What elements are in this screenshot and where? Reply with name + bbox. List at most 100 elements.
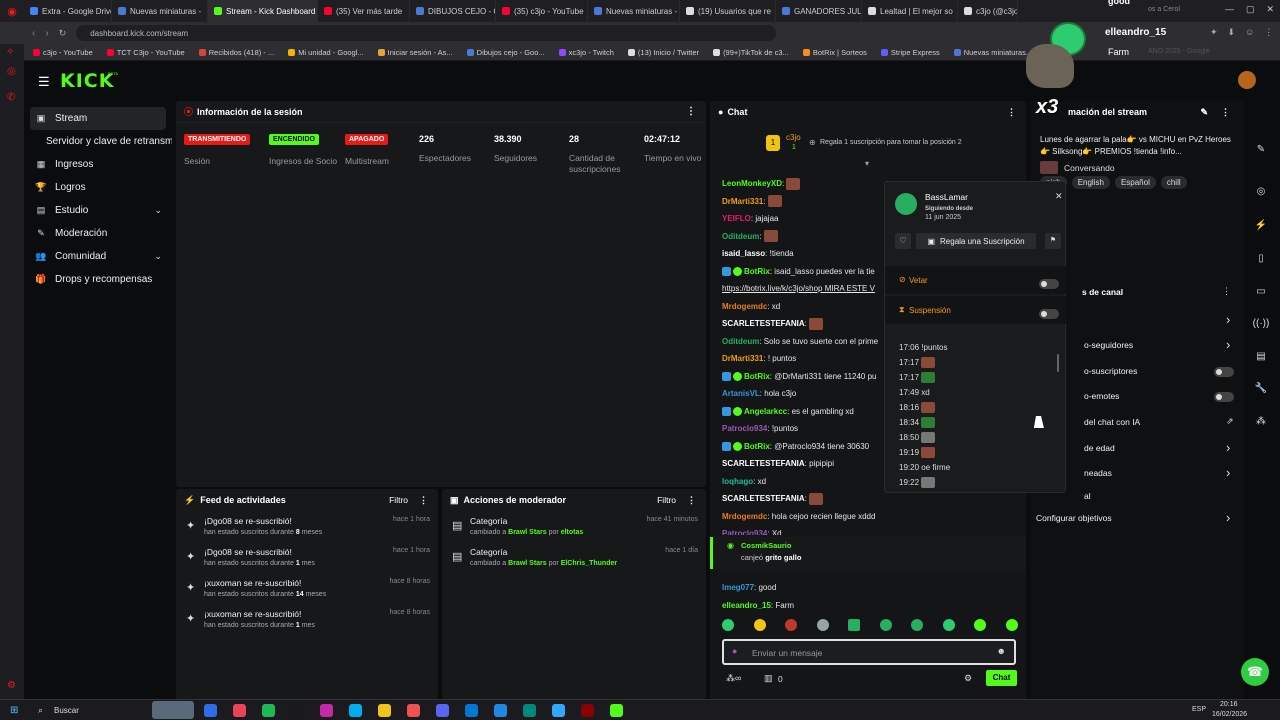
bolt-icon[interactable]: ⚡ [1250, 214, 1272, 236]
chevron-down-icon[interactable]: ⌄ [154, 251, 162, 262]
history-scrollbar[interactable] [1057, 354, 1059, 372]
mod-detail-category[interactable]: Brawl Stars [508, 560, 547, 567]
tray-lang[interactable]: ESP [1192, 706, 1206, 713]
sidebar-item-5[interactable]: ✎ Moderación [24, 222, 172, 245]
chat-collapse-icon[interactable]: ▾ [865, 159, 869, 168]
chat-username[interactable]: LeonMonkeyXD [722, 179, 782, 188]
whatsapp-icon[interactable]: ✆ [7, 92, 15, 103]
taskbar-app-icon[interactable] [465, 704, 478, 717]
chat-username[interactable]: Patroclo934 [722, 424, 767, 433]
browser-tab[interactable]: (19) Usuarios que re [680, 0, 776, 22]
chat-username[interactable]: isaid_lasso [722, 249, 765, 258]
sidebar-item-3[interactable]: 🏆 Logros [24, 176, 172, 199]
mic-icon[interactable]: ● [732, 646, 737, 656]
chat-more-icon[interactable]: ⋮ [1007, 107, 1016, 118]
chat-emote[interactable] [763, 230, 778, 243]
chat-icon[interactable]: ▭ [1250, 280, 1272, 302]
taskbar-app-icon[interactable] [436, 704, 449, 717]
mod-more-icon[interactable]: ⋮ [687, 495, 696, 506]
chat-username[interactable]: SCARLETESTEFANIA [722, 319, 805, 328]
taskbar-app-icon[interactable] [523, 704, 536, 717]
browser-tab[interactable]: DIBUJOS CEJO - Go [410, 0, 496, 22]
sidebar-item-7[interactable]: 🎁 Drops y recompensas [24, 268, 172, 291]
hamburger-icon[interactable]: ☰ [38, 74, 50, 90]
emote-9[interactable] [974, 619, 987, 631]
taskbar-app-icon[interactable] [204, 704, 217, 717]
mod-detail-category[interactable]: Brawl Stars [508, 529, 547, 536]
emote-5[interactable] [848, 619, 861, 631]
bookmark-item[interactable]: (13) Inicio / Twitter [621, 48, 706, 57]
alerts-icon[interactable]: ◎ [7, 66, 16, 77]
chat-username[interactable]: SCARLETESTEFANIA [722, 494, 805, 503]
layout-icon[interactable]: ▤ [1250, 345, 1272, 367]
taskbar-app-icon[interactable] [378, 704, 391, 717]
channel-setting-row[interactable]: Configurar objetivos › [1030, 510, 1244, 528]
sidebar-item-6[interactable]: 👥 Comunidad ⌄ [24, 245, 172, 268]
bookmark-item[interactable]: Iniciar sesión - As... [371, 48, 460, 57]
chat-username[interactable]: elleandro_15 [722, 601, 771, 610]
emote-6[interactable] [879, 619, 892, 631]
browser-tab[interactable]: Nuevas miniaturas - [588, 0, 680, 22]
stream-tag[interactable]: Español [1114, 176, 1156, 189]
bookmark-item[interactable]: Nuevas miniaturas... [947, 48, 1039, 57]
sidebar-settings-icon[interactable]: ⚙ [7, 680, 16, 691]
emote-3[interactable] [785, 619, 798, 631]
taskbar-app-icon[interactable] [233, 704, 246, 717]
session-more-icon[interactable]: ⋮ [686, 106, 696, 117]
chat-input[interactable]: ● Enviar un mensaje ☻ [722, 639, 1016, 665]
chat-username[interactable]: BotRix [744, 442, 770, 451]
sidebar-item-4[interactable]: ▤ Estudio ⌄ [24, 199, 172, 222]
users-icon[interactable]: ⁂∞ [726, 673, 741, 684]
taskbar-app-icon[interactable] [262, 704, 275, 717]
emote-1[interactable] [722, 619, 734, 631]
browser-tab[interactable]: Stream - Kick Dashboard [208, 0, 318, 22]
bookmark-item[interactable]: c3jo - YouTube [26, 48, 100, 57]
messenger-icon[interactable]: ⟡ [7, 46, 14, 57]
taskbar-app-icon[interactable] [610, 704, 623, 717]
chat-emote[interactable] [767, 195, 782, 208]
bookmark-item[interactable]: Dibujos cejo - Goo... [460, 48, 552, 57]
send-chat-button[interactable]: Chat [986, 670, 1017, 686]
chat-username[interactable]: loqhago [722, 477, 753, 486]
bookmark-item[interactable]: TCT C3jo - YouTube [100, 48, 192, 57]
chat-emote[interactable] [809, 317, 824, 330]
chevron-down-icon[interactable]: ⌄ [154, 205, 162, 216]
gift-sub-icon[interactable]: ▥ [764, 673, 773, 684]
sidebar-item-1[interactable]: Servidor y clave de retransm [24, 130, 172, 153]
taskbar-app-icon[interactable] [320, 704, 333, 717]
chat-username[interactable]: BotRix [744, 267, 770, 276]
taskbar-app-icon[interactable] [291, 704, 304, 717]
follow-heart-button[interactable]: ♡ [895, 233, 911, 249]
bookmark-item[interactable]: Stripe Express [874, 48, 947, 57]
taskbar-app-icon[interactable] [581, 704, 594, 717]
reload-icon[interactable]: ↻ [59, 28, 67, 39]
url-field[interactable]: dashboard.kick.com/stream [76, 25, 777, 41]
chat-username[interactable]: ArtanisVL [722, 389, 760, 398]
setting-toggle[interactable] [1214, 392, 1234, 402]
back-icon[interactable]: ‹ [32, 28, 35, 39]
taskbar-search[interactable]: Buscar [54, 706, 79, 715]
wrench-icon[interactable]: 🔧 [1250, 377, 1272, 399]
emote-4[interactable] [816, 619, 829, 631]
chat-username[interactable]: Patroclo934 [722, 529, 767, 535]
chat-username[interactable]: Oditdeum [722, 232, 759, 241]
emote-picker-icon[interactable]: ☻ [997, 646, 1006, 656]
emote-10[interactable] [1005, 619, 1018, 631]
pinned-gift-bar[interactable]: 1 c3jo 1 ⊕ Regala 1 suscripción para tom… [766, 133, 1006, 157]
browser-menu-icon[interactable]: ◉ [0, 5, 24, 18]
file-icon[interactable]: ▯ [1250, 247, 1272, 269]
browser-tab[interactable]: c3jo (@c3jo) | [958, 0, 1018, 22]
tray-date[interactable]: 16/02/2026 [1212, 711, 1247, 718]
tray-time[interactable]: 20:16 [1220, 701, 1238, 708]
chat-username[interactable]: Mrdogemdc [722, 512, 767, 521]
browser-tab[interactable]: GANADORES JULIO [776, 0, 862, 22]
channel-more-icon[interactable]: ⋮ [1222, 286, 1231, 297]
chat-username[interactable]: YEIFLO [722, 214, 751, 223]
users-icon[interactable]: ⁂ [1250, 410, 1272, 432]
sidebar-item-0[interactable]: ▣ Stream [30, 107, 166, 130]
stream-tag[interactable]: English [1071, 176, 1110, 189]
timeout-toggle[interactable] [1039, 309, 1059, 319]
edit-pencil-icon[interactable]: ✎ [1200, 107, 1208, 118]
chat-username[interactable]: Angelarkcc [744, 407, 787, 416]
chat-username[interactable]: lmeg077 [722, 583, 754, 592]
